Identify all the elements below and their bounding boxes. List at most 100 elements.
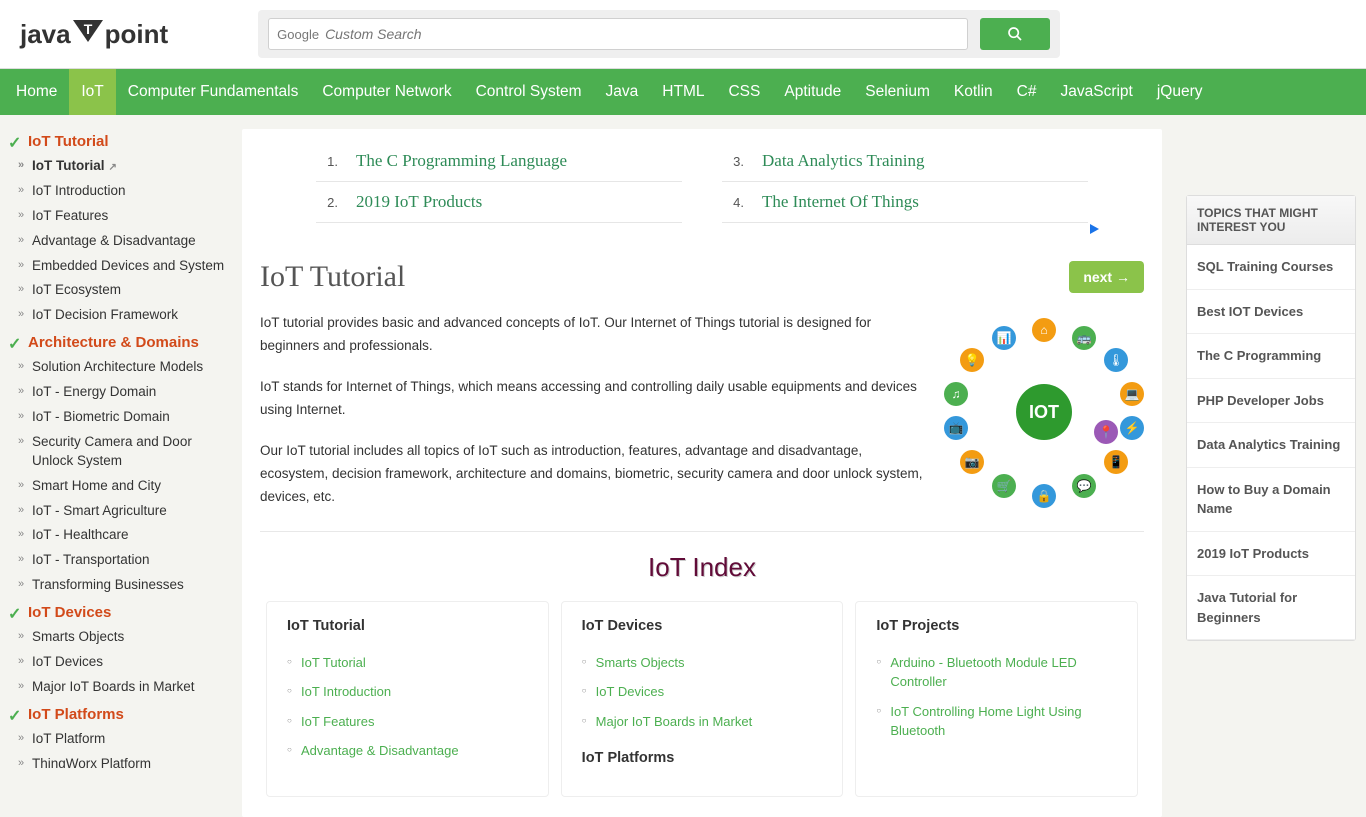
sidebar-item[interactable]: IoT Features [4, 204, 228, 229]
index-col-heading: IoT Projects [876, 618, 1117, 634]
divider [260, 531, 1144, 532]
index-link[interactable]: Arduino - Bluetooth Module LED Controlle… [890, 648, 1117, 697]
iot-spoke-icon: 💬 [1072, 474, 1096, 498]
topnav: HomeIoTComputer FundamentalsComputer Net… [0, 69, 1366, 115]
index-col-heading: IoT Platforms [582, 750, 823, 766]
sidebar-item[interactable]: Solution Architecture Models [4, 355, 228, 380]
topic-link[interactable]: 2019 IoT Products [1187, 532, 1355, 577]
nav-item-c-[interactable]: C# [1005, 69, 1049, 115]
topic-link[interactable]: Best IOT Devices [1187, 290, 1355, 335]
search-box: Google [268, 18, 968, 50]
sidebar-item[interactable]: IoT Ecosystem [4, 278, 228, 303]
iot-spoke-icon: 🔒 [1032, 484, 1056, 508]
ad-link[interactable]: 1. The C Programming Language [316, 141, 682, 182]
index-link[interactable]: IoT Introduction [301, 677, 528, 707]
ad-link[interactable]: 4.The Internet Of Things [722, 182, 1088, 223]
sidebar-item[interactable]: IoT Decision Framework [4, 303, 228, 328]
adchoices-icon[interactable] [242, 223, 1162, 238]
iot-diagram: IOT ⌂ 🚌 🌡 💻 ⚡ 📱 💬 🔒 🛒 📷 📺 ♫ 💡 📊 📍 [944, 312, 1144, 512]
sidebar-item[interactable]: Major IoT Boards in Market [4, 675, 228, 700]
ad-number: 4. [726, 195, 744, 210]
ad-label: The C Programming Language [356, 151, 567, 171]
search-input[interactable] [325, 26, 959, 42]
iot-spoke-icon: ♫ [944, 382, 968, 406]
index-link[interactable]: Advantage & Disadvantage [301, 736, 528, 766]
sidebar-item[interactable]: IoT Introduction [4, 179, 228, 204]
external-link-icon: ↗ [109, 162, 117, 173]
nav-item-computer-fundamentals[interactable]: Computer Fundamentals [116, 69, 311, 115]
index-link[interactable]: Major IoT Boards in Market [596, 707, 823, 737]
page-title: IoT Tutorial [260, 260, 405, 294]
sidebar-item[interactable]: Security Camera and Door Unlock System [4, 430, 228, 474]
right-sidebar: TOPICS THAT MIGHT INTEREST YOU SQL Train… [1176, 115, 1366, 768]
sidebar-item[interactable]: IoT - Healthcare [4, 523, 228, 548]
nav-item-kotlin[interactable]: Kotlin [942, 69, 1005, 115]
nav-item-html[interactable]: HTML [650, 69, 716, 115]
ad-number: 2. [320, 195, 338, 210]
site-logo[interactable]: java T point [20, 19, 168, 50]
sidebar-heading: IoT Tutorial [4, 127, 228, 154]
nav-item-computer-network[interactable]: Computer Network [310, 69, 463, 115]
next-button[interactable]: next → [1069, 261, 1144, 293]
topic-link[interactable]: PHP Developer Jobs [1187, 379, 1355, 424]
topic-link[interactable]: Data Analytics Training [1187, 423, 1355, 468]
iot-spoke-icon: 💻 [1120, 382, 1144, 406]
ad-number: 3. [726, 154, 744, 169]
sidebar-item[interactable]: IoT - Smart Agriculture [4, 499, 228, 524]
topic-link[interactable]: SQL Training Courses [1187, 245, 1355, 290]
index-link[interactable]: IoT Devices [596, 677, 823, 707]
index-link[interactable]: Smarts Objects [596, 648, 823, 678]
iot-spoke-icon: ⌂ [1032, 318, 1056, 342]
sidebar-item[interactable]: IoT Devices [4, 650, 228, 675]
iot-spoke-icon: 🌡 [1104, 348, 1128, 372]
nav-item-control-system[interactable]: Control System [464, 69, 594, 115]
topic-link[interactable]: How to Buy a Domain Name [1187, 468, 1355, 532]
nav-item-java[interactable]: Java [594, 69, 651, 115]
header: java T point Google [0, 0, 1366, 69]
sidebar-item[interactable]: IoT - Transportation [4, 548, 228, 573]
nav-item-javascript[interactable]: JavaScript [1048, 69, 1144, 115]
ad-number: 1. [320, 154, 338, 169]
iot-spoke-icon: ⚡ [1120, 416, 1144, 440]
index-link[interactable]: IoT Tutorial [301, 648, 528, 678]
nav-item-home[interactable]: Home [4, 69, 69, 115]
index-link[interactable]: IoT Features [301, 707, 528, 737]
ad-link[interactable]: 3.Data Analytics Training [722, 141, 1088, 182]
topic-link[interactable]: The C Programming [1187, 334, 1355, 379]
sidebar-item[interactable]: Transforming Businesses [4, 573, 228, 598]
nav-item-iot[interactable]: IoT [69, 69, 115, 115]
sidebar-item[interactable]: Advantage & Disadvantage [4, 229, 228, 254]
iot-spoke-icon: 📊 [992, 326, 1016, 350]
index-link[interactable]: IoT Controlling Home Light Using Bluetoo… [890, 697, 1117, 746]
sidebar-item[interactable]: Smart Home and City [4, 474, 228, 499]
nav-item-css[interactable]: CSS [716, 69, 772, 115]
topics-box: TOPICS THAT MIGHT INTEREST YOU SQL Train… [1186, 195, 1356, 641]
sidebar-item[interactable]: IoT - Biometric Domain [4, 405, 228, 430]
logo-text-suffix: point [105, 19, 169, 50]
topic-link[interactable]: Java Tutorial for Beginners [1187, 576, 1355, 640]
logo-t-icon: T [73, 20, 103, 48]
iot-hub-label: IOT [1016, 384, 1072, 440]
iot-spoke-icon: 📱 [1104, 450, 1128, 474]
search-icon [1007, 26, 1023, 42]
nav-item-jquery[interactable]: jQuery [1145, 69, 1215, 115]
index-title: IoT Index [242, 552, 1162, 583]
index-col-heading: IoT Devices [582, 618, 823, 634]
sidebar-item[interactable]: ThingWorx Platform [4, 752, 228, 768]
sidebar-item[interactable]: IoT - Energy Domain [4, 380, 228, 405]
nav-item-selenium[interactable]: Selenium [853, 69, 942, 115]
topics-heading: TOPICS THAT MIGHT INTEREST YOU [1187, 196, 1355, 245]
sidebar-item[interactable]: Embedded Devices and System [4, 254, 228, 279]
iot-spoke-icon: 📺 [944, 416, 968, 440]
sidebar-item[interactable]: IoT Platform [4, 727, 228, 752]
logo-text-prefix: java [20, 19, 71, 50]
sidebar-item[interactable]: IoT Tutorial↗ [4, 154, 228, 179]
ad-link[interactable]: 2.2019 IoT Products [316, 182, 682, 223]
main-content: 1. The C Programming Language 2.2019 IoT P… [228, 115, 1176, 768]
search-button[interactable] [980, 18, 1050, 50]
nav-item-aptitude[interactable]: Aptitude [772, 69, 853, 115]
iot-spoke-icon: 📷 [960, 450, 984, 474]
iot-spoke-icon: 💡 [960, 348, 984, 372]
index-col-heading: IoT Tutorial [287, 618, 528, 634]
sidebar-item[interactable]: Smarts Objects [4, 625, 228, 650]
